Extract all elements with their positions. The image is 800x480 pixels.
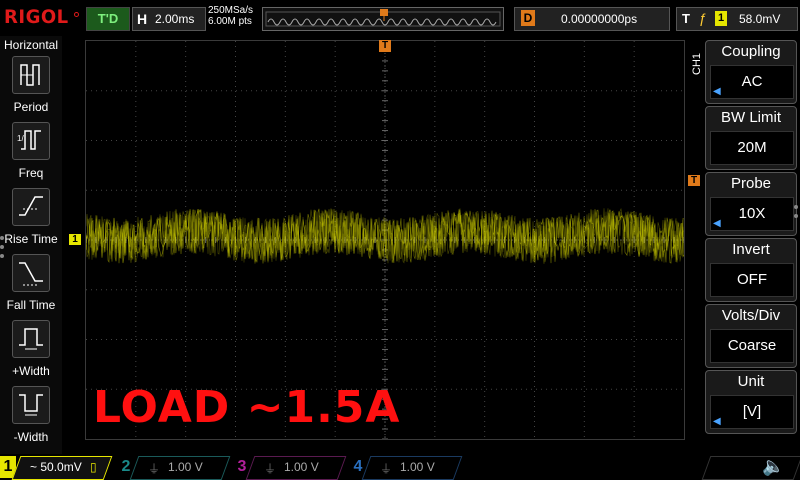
trigger-source-badge: 1: [715, 11, 727, 26]
memory-depth: 6.00M pts: [208, 16, 252, 27]
run-status-indicator[interactable]: T'D: [86, 7, 130, 31]
horizontal-label: H: [137, 11, 148, 27]
timebase-value: 2.00ms: [155, 12, 195, 26]
ground-icon: ⏚: [148, 462, 161, 476]
timebase-box[interactable]: H 2.00ms: [132, 7, 206, 31]
rigol-logo: RIGOL: [4, 6, 69, 28]
channel-2-status[interactable]: 2 ⏚ 1.00 V: [118, 456, 231, 480]
channel-4-status[interactable]: 4 ⏚ 1.00 V: [350, 456, 463, 480]
trigger-level-value: 58.0mV: [739, 12, 781, 26]
volts-div-title: Volts/Div: [721, 307, 781, 324]
rising-edge-icon: ƒ: [699, 10, 707, 26]
bw-limit-title: BW Limit: [721, 109, 781, 126]
coupling-value: ◀ AC: [710, 65, 794, 99]
unit-value: ◀ [V]: [710, 395, 794, 429]
positive-width-label: +Width: [12, 364, 50, 378]
selector-arrow-icon: ◀: [713, 416, 721, 427]
sample-rate: 250MSa/s: [208, 5, 254, 16]
period-icon: [12, 56, 50, 94]
positive-width-icon: [12, 320, 50, 358]
negative-width-label: -Width: [13, 430, 49, 444]
ground-icon: ⏚: [380, 462, 393, 476]
ground-icon: ⏚: [264, 462, 277, 476]
trigger-level-marker[interactable]: T: [688, 175, 700, 186]
channel-4-scale: 1.00 V: [400, 460, 435, 474]
negative-width-icon: [12, 386, 50, 424]
channel-3-scale: 1.00 V: [284, 460, 319, 474]
registered-mark: [74, 12, 79, 17]
probe-value: ◀ 10X: [710, 197, 794, 231]
horizontal-measure-menu: Horizontal Period 1/ Freq Rise Time Fall…: [0, 36, 62, 454]
ch1-ground-marker[interactable]: 1: [69, 234, 81, 245]
coupling-button[interactable]: Coupling ◀ AC: [705, 40, 797, 104]
measure-period-button[interactable]: Period: [2, 56, 60, 120]
delay-label: D: [521, 10, 535, 26]
rise-time-label: Rise Time: [4, 232, 58, 246]
channel-3-status[interactable]: 3 ⏚ 1.00 V: [234, 456, 347, 480]
invert-value: OFF: [710, 263, 794, 297]
right-menu-page-dots: [794, 205, 798, 223]
channel-1-status[interactable]: 1 ~ 50.0mV ▯: [0, 456, 113, 480]
waveform-grid: [85, 40, 685, 440]
selector-arrow-icon: ◀: [713, 86, 721, 97]
load-annotation: LOAD ~1.5A: [93, 382, 401, 433]
svg-text:1/: 1/: [17, 134, 24, 143]
trigger-label: T: [682, 11, 690, 26]
trigger-box[interactable]: T ƒ 1 58.0mV: [676, 7, 798, 31]
measure-negative-width-button[interactable]: -Width: [2, 386, 60, 450]
bw-limit-button[interactable]: BW Limit 20M: [705, 106, 797, 170]
fall-time-icon: [12, 254, 50, 292]
acquisition-info: 250MSa/s 6.00M pts: [208, 5, 253, 27]
invert-title: Invert: [732, 241, 770, 258]
measure-rise-time-button[interactable]: Rise Time: [2, 188, 60, 252]
probe-button[interactable]: Probe ◀ 10X: [705, 172, 797, 236]
channel-status-bar: 1 ~ 50.0mV ▯ 2 ⏚ 1.00 V 3 ⏚ 1.00 V 4 ⏚ 1…: [0, 454, 800, 480]
top-status-bar: RIGOL T'D H 2.00ms 250MSa/s 6.00M pts D …: [0, 0, 800, 36]
battery-icon: ▯: [90, 460, 97, 474]
measure-freq-button[interactable]: 1/ Freq: [2, 122, 60, 186]
menu-page-dots: [0, 236, 4, 263]
speaker-mute-icon[interactable]: 🔈: [762, 456, 784, 477]
delay-value: 0.00000000ps: [561, 12, 638, 26]
delay-box[interactable]: D 0.00000000ps: [514, 7, 670, 31]
unit-button[interactable]: Unit ◀ [V]: [705, 370, 797, 434]
measure-positive-width-button[interactable]: +Width: [2, 320, 60, 384]
menu-title: Horizontal: [3, 38, 59, 52]
channel-2-scale: 1.00 V: [168, 460, 203, 474]
unit-title: Unit: [737, 373, 765, 390]
volts-div-button[interactable]: Volts/Div Coarse: [705, 304, 797, 368]
selector-arrow-icon: ◀: [713, 218, 721, 229]
coupling-title: Coupling: [721, 43, 781, 60]
invert-button[interactable]: Invert OFF: [705, 238, 797, 302]
channel-1-scale: ~ 50.0mV: [30, 460, 82, 474]
period-label: Period: [13, 100, 49, 114]
trigger-position-marker[interactable]: T: [379, 40, 391, 52]
fall-time-label: Fall Time: [6, 298, 56, 312]
trigger-position-bar[interactable]: [262, 7, 504, 31]
rise-time-icon: [12, 188, 50, 226]
waveform-display[interactable]: [85, 40, 685, 440]
measure-fall-time-button[interactable]: Fall Time: [2, 254, 60, 318]
channel-settings-menu: Coupling ◀ AC BW Limit 20M Probe ◀ 10X Inv…: [700, 40, 800, 454]
volts-div-value: Coarse: [710, 329, 794, 363]
sound-box[interactable]: [701, 456, 800, 480]
probe-title: Probe: [730, 175, 772, 192]
memory-waveform-icon: [265, 9, 501, 27]
freq-label: Freq: [18, 166, 44, 180]
frequency-icon: 1/: [12, 122, 50, 160]
bw-limit-value: 20M: [710, 131, 794, 165]
